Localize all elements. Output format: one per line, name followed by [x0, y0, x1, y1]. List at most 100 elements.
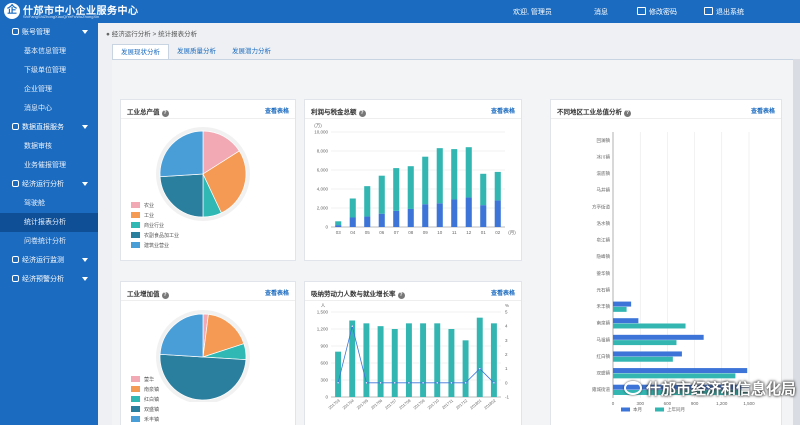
bar-last-year-month[interactable] [613, 340, 677, 346]
bar-current-month[interactable] [613, 351, 682, 357]
legend-item[interactable]: 南泉镇 [131, 386, 159, 396]
sidebar-group-1[interactable]: 数据直报服务 [0, 118, 98, 137]
pie-slice[interactable] [159, 313, 204, 358]
legend-item[interactable]: 蓥华 [131, 376, 159, 386]
help-icon[interactable]: ? [161, 292, 169, 299]
tab-development-potential[interactable]: 发展潜力分析 [224, 44, 279, 59]
line-point[interactable] [351, 324, 354, 328]
bar-segment[interactable] [480, 173, 487, 206]
bar-segment[interactable] [393, 210, 400, 227]
growth-line[interactable] [337, 326, 495, 384]
bar-segment[interactable] [422, 156, 429, 205]
bar[interactable] [490, 323, 497, 397]
bar-segment[interactable] [451, 149, 458, 200]
legend-item[interactable]: 建筑业营业 [131, 242, 179, 252]
bar-current-month[interactable] [613, 334, 704, 340]
bar-segment[interactable] [465, 197, 472, 227]
legend-item[interactable]: 商业行业 [131, 222, 179, 232]
legend-item[interactable]: 红白镇 [131, 396, 159, 406]
bar-segment[interactable] [480, 205, 487, 227]
bar-segment[interactable] [378, 213, 385, 227]
bar-segment[interactable] [407, 208, 414, 227]
sidebar-item[interactable]: 问卷统计分析 [0, 232, 98, 251]
line-point[interactable] [407, 381, 411, 385]
bar-segment[interactable] [494, 200, 501, 227]
bar-segment[interactable] [465, 147, 472, 198]
bar[interactable] [363, 323, 370, 397]
line-point[interactable] [365, 381, 368, 385]
bar[interactable] [349, 320, 356, 398]
sidebar-group-2[interactable]: 经济运行分析 [0, 175, 98, 194]
sidebar-item[interactable]: 业务催报管理 [0, 156, 98, 175]
bar[interactable] [391, 329, 398, 397]
bar-segment[interactable] [393, 168, 400, 211]
line-point[interactable] [464, 381, 467, 385]
bar-current-month[interactable] [613, 301, 632, 307]
legend-item[interactable]: 双盛镇 [131, 406, 159, 416]
bar-last-year-month[interactable] [613, 323, 686, 329]
bar[interactable] [476, 317, 483, 397]
bar[interactable] [405, 323, 412, 397]
line-point[interactable] [450, 381, 453, 385]
bar[interactable] [462, 340, 469, 397]
sidebar-item[interactable]: 数据审核 [0, 137, 98, 156]
bar[interactable] [434, 323, 441, 397]
bar-segment[interactable] [349, 198, 356, 218]
sidebar-group-4[interactable]: 经济预警分析 [0, 270, 98, 289]
help-icon[interactable]: ? [397, 292, 405, 299]
bar-segment[interactable] [335, 221, 342, 226]
change-password-link[interactable]: 修改密码 [637, 7, 677, 17]
legend-item[interactable]: 禾丰镇 [131, 416, 159, 425]
sidebar-item[interactable]: 消息中心 [0, 99, 98, 118]
bar-segment[interactable] [378, 175, 385, 214]
pie-slice[interactable] [159, 130, 204, 178]
sidebar-item[interactable]: 驾驶舱 [0, 194, 98, 213]
messages-link[interactable]: 消息 [594, 7, 608, 17]
bar[interactable] [377, 326, 384, 397]
bar-segment[interactable] [364, 216, 371, 227]
line-point[interactable] [478, 367, 481, 370]
sidebar-item[interactable]: 统计报表分析 [0, 213, 98, 232]
view-table-link[interactable]: 查看表格 [491, 288, 515, 297]
bar-last-year-month[interactable] [613, 356, 673, 362]
bar-current-month[interactable] [613, 368, 748, 374]
bar-segment[interactable] [349, 217, 356, 228]
bar[interactable] [420, 323, 427, 397]
sidebar-item[interactable]: 企业管理 [0, 80, 98, 99]
help-icon[interactable]: ? [161, 110, 169, 117]
legend-item[interactable]: 农副食品加工业 [131, 232, 179, 242]
view-table-link[interactable]: 查看表格 [265, 288, 289, 297]
scrollbar[interactable] [793, 59, 800, 425]
view-table-link[interactable]: 查看表格 [491, 106, 515, 115]
legend-item[interactable]: 工业 [131, 212, 179, 222]
line-point[interactable] [379, 381, 382, 385]
sidebar-group-0[interactable]: 账号管理 [0, 23, 98, 42]
help-icon[interactable]: ? [624, 110, 631, 117]
bar-segment[interactable] [364, 186, 371, 217]
line-point[interactable] [393, 381, 396, 385]
line-point[interactable] [436, 381, 439, 385]
sidebar-item[interactable]: 下级单位管理 [0, 61, 98, 80]
view-table-link[interactable]: 查看表格 [751, 106, 775, 115]
sidebar-group-3[interactable]: 经济运行监测 [0, 251, 98, 270]
tab-development-quality[interactable]: 发展质量分析 [169, 44, 224, 59]
help-icon[interactable]: ? [358, 110, 366, 117]
bar-segment[interactable] [422, 204, 429, 227]
bar-segment[interactable] [335, 225, 342, 227]
logout-link[interactable]: 退出系统 [704, 7, 744, 17]
view-table-link[interactable]: 查看表格 [265, 106, 289, 115]
bar[interactable] [448, 329, 455, 397]
tab-development-status[interactable]: 发展现状分析 [112, 44, 169, 59]
bar-segment[interactable] [407, 166, 414, 209]
bar-segment[interactable] [451, 199, 458, 227]
bar-segment[interactable] [436, 203, 443, 227]
bar-current-month[interactable] [613, 318, 639, 324]
bar-last-year-month[interactable] [613, 306, 627, 312]
sidebar-item[interactable]: 基本信息管理 [0, 42, 98, 61]
bar-segment[interactable] [436, 148, 443, 204]
line-point[interactable] [421, 381, 425, 385]
legend-item[interactable]: 农业 [131, 202, 179, 212]
line-point[interactable] [492, 381, 496, 385]
bar-segment[interactable] [494, 171, 501, 201]
line-point[interactable] [336, 381, 340, 385]
